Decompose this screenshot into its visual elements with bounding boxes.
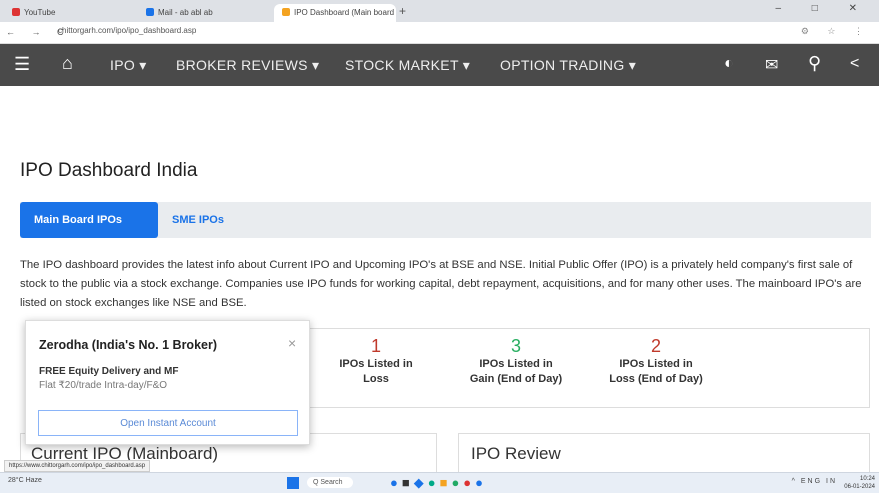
stat-label: IPOs Listed in — [619, 358, 693, 370]
taskbar-search[interactable]: Q Search — [307, 477, 353, 488]
popup-title: Zerodha (India's No. 1 Broker) — [39, 338, 218, 352]
ipo-stats-panel: 1 IPOs Listed in Loss 3 IPOs Listed in G… — [305, 328, 870, 408]
taskbar-app-icons[interactable]: ●■◆●■●●● — [390, 475, 487, 491]
open-account-button[interactable]: Open Instant Account — [38, 410, 298, 436]
share-icon[interactable]: < — [850, 55, 859, 73]
stat-label: IPOs Listed in — [339, 358, 413, 370]
stat-label: IPOs Listed in — [479, 358, 553, 370]
close-icon[interactable]: × — [288, 335, 296, 351]
site-navbar: ☰ ⌂ IPO ▾ BROKER REVIEWS ▾ STOCK MARKET … — [0, 44, 879, 86]
home-icon[interactable]: ⌂ — [62, 53, 73, 74]
taskbar-clock[interactable]: 10:24 06-01-2024 — [844, 475, 875, 491]
stat-listed-loss-eod[interactable]: 2 IPOs Listed in Loss (End of Day) — [586, 335, 726, 387]
stat-count: 2 — [650, 336, 661, 356]
browser-tabbar: YouTube Mail - ab abl ab IPO Dashboard (… — [0, 0, 879, 22]
url-field[interactable]: chittorgarh.com/ipo/ipo_dashboard.asp — [58, 26, 196, 35]
stat-label: Loss (End of Day) — [609, 373, 703, 385]
theme-toggle-icon[interactable]: ◐ — [724, 55, 734, 73]
stat-label: Gain (End of Day) — [469, 373, 563, 385]
hamburger-menu-icon[interactable]: ☰ — [14, 54, 30, 75]
youtube-icon — [12, 8, 20, 16]
stat-label: Loss — [363, 373, 389, 385]
extension-icons[interactable]: ⚙ ☆ ⋮ — [801, 26, 871, 37]
window-controls[interactable]: – □ ✕ — [775, 3, 871, 14]
windows-start-icon[interactable] — [287, 477, 299, 489]
ipo-review-title: IPO Review — [471, 444, 561, 463]
address-bar: ← → C chittorgarh.com/ipo/ipo_dashboard.… — [0, 22, 879, 44]
stat-count: 1 — [370, 336, 381, 356]
nav-option-trading[interactable]: OPTION TRADING ▾ — [500, 57, 636, 74]
weather-widget[interactable]: 28°C Haze — [8, 477, 42, 484]
stat-count: 3 — [510, 336, 521, 356]
status-bar-url: https://www.chittorgarh.com/ipo/ipo_dash… — [4, 460, 151, 472]
popup-offer-detail: Flat ₹20/trade Intra-day/F&O — [39, 380, 168, 391]
page-description: The IPO dashboard provides the latest in… — [20, 259, 862, 309]
browser-tab-youtube[interactable]: YouTube — [4, 4, 122, 22]
nav-ipo[interactable]: IPO ▾ — [110, 57, 147, 74]
mail-icon — [146, 8, 154, 16]
tab-sme-ipos[interactable]: SME IPOs — [172, 214, 224, 226]
search-icon[interactable]: ⚲ — [808, 53, 821, 74]
chittorgarh-icon — [282, 8, 290, 16]
browser-tab-ipo-dashboard[interactable]: IPO Dashboard (Main board IPO... — [274, 4, 396, 22]
mail-icon[interactable]: ✉ — [765, 55, 778, 75]
tab-main-board-ipos[interactable]: Main Board IPOs — [20, 202, 158, 238]
ipo-review-card: IPO Review — [458, 433, 870, 473]
stat-listed-gain-eod[interactable]: 3 IPOs Listed in Gain (End of Day) — [446, 335, 586, 387]
nav-stock-market[interactable]: STOCK MARKET ▾ — [345, 57, 470, 74]
browser-tab-mail[interactable]: Mail - ab abl ab — [138, 4, 260, 22]
page-title: IPO Dashboard India — [20, 160, 198, 181]
new-tab-button[interactable]: + — [399, 4, 406, 18]
popup-offer-line: FREE Equity Delivery and MF — [39, 366, 179, 377]
system-tray[interactable]: ^ ENG IN — [792, 478, 837, 485]
zerodha-ad-popup: Zerodha (India's No. 1 Broker) × FREE Eq… — [25, 320, 310, 445]
nav-broker-reviews[interactable]: BROKER REVIEWS ▾ — [176, 57, 319, 74]
os-taskbar: 28°C Haze Q Search ●■◆●■●●● ^ ENG IN 10:… — [0, 472, 879, 493]
stat-listed-loss[interactable]: 1 IPOs Listed in Loss — [306, 335, 446, 387]
ipo-type-tabs: Main Board IPOs SME IPOs — [20, 202, 871, 238]
